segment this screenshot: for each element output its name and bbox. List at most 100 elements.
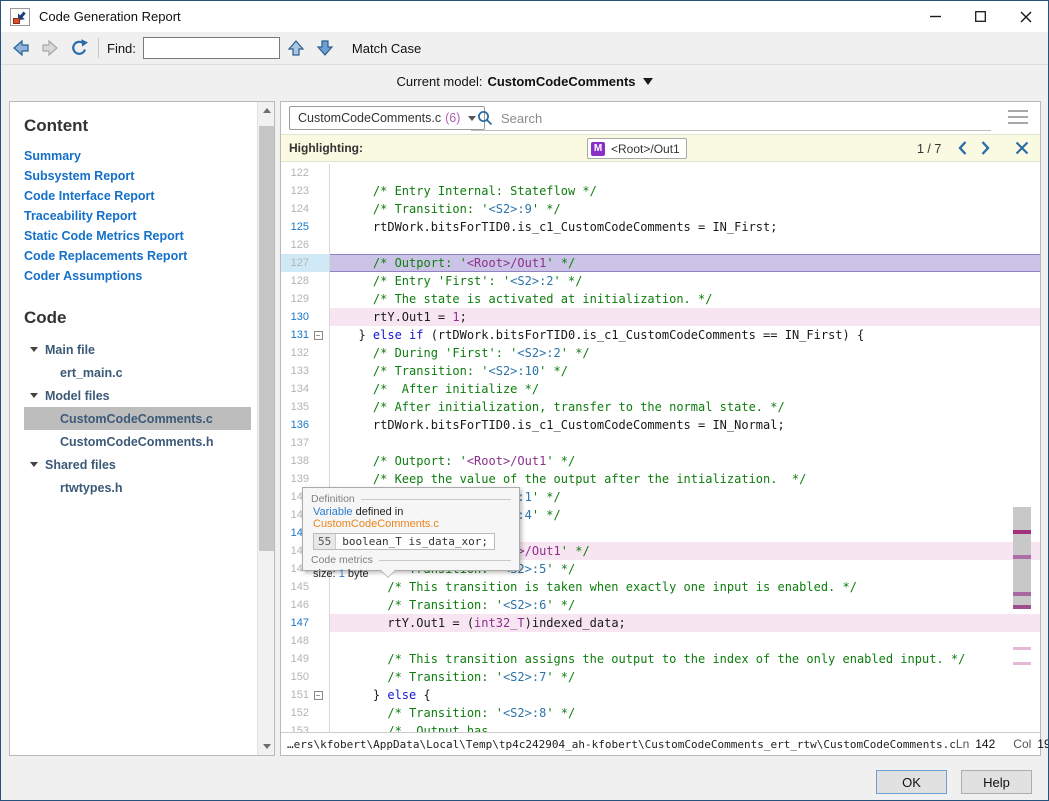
code-token: ' */ bbox=[546, 562, 575, 576]
find-next-button[interactable] bbox=[312, 35, 338, 61]
tree-expand-caret-icon[interactable] bbox=[30, 347, 38, 352]
sidebar-link-subsystem-report[interactable]: Subsystem Report bbox=[24, 166, 257, 186]
line-number[interactable]: 136 bbox=[281, 419, 309, 431]
trace-link[interactable]: <S2>:6 bbox=[503, 598, 546, 612]
tree-item-customcodecomments-h[interactable]: CustomCodeComments.h bbox=[24, 430, 257, 453]
tree-item-customcodecomments-c[interactable]: CustomCodeComments.c bbox=[24, 407, 251, 430]
ok-button[interactable]: OK bbox=[876, 770, 947, 794]
code-line-123: 123 /* Entry Internal: Stateflow */ bbox=[281, 182, 1040, 200]
sidebar-link-traceability-report[interactable]: Traceability Report bbox=[24, 206, 257, 226]
tree-item-rtwtypes-h[interactable]: rtwtypes.h bbox=[24, 476, 257, 499]
code-token: rtY.Out1 = ( bbox=[344, 616, 474, 630]
close-highlighting-button[interactable] bbox=[1014, 140, 1030, 156]
code-line-139: 139 /* Keep the value of the output afte… bbox=[281, 470, 1040, 488]
trace-marker[interactable] bbox=[1013, 592, 1031, 596]
trace-link[interactable]: <S2>:7 bbox=[503, 670, 546, 684]
search-input[interactable]: Search bbox=[471, 106, 991, 131]
line-number: 149 bbox=[281, 653, 309, 665]
sidebar-scrollbar[interactable] bbox=[257, 102, 274, 755]
trace-marker[interactable] bbox=[1013, 555, 1031, 559]
sidebar-link-summary[interactable]: Summary bbox=[24, 146, 257, 166]
current-model-name[interactable]: CustomCodeComments bbox=[487, 74, 635, 89]
tree-item-shared-files[interactable]: Shared files bbox=[24, 453, 257, 476]
trace-marker[interactable] bbox=[1013, 605, 1031, 609]
match-case-toggle[interactable]: Match Case bbox=[352, 41, 421, 56]
scroll-up-arrow-icon[interactable] bbox=[258, 102, 275, 119]
trace-link[interactable]: <S2>:2 bbox=[517, 346, 560, 360]
file-dropdown[interactable]: CustomCodeComments.c (6) bbox=[289, 106, 485, 130]
scroll-down-arrow-icon[interactable] bbox=[258, 738, 275, 755]
refresh-icon bbox=[69, 38, 89, 58]
code-scrollbar[interactable] bbox=[1012, 162, 1032, 732]
back-button[interactable] bbox=[8, 35, 34, 61]
previous-highlight-button[interactable] bbox=[955, 140, 971, 156]
find-previous-button[interactable] bbox=[283, 35, 309, 61]
back-icon bbox=[11, 38, 31, 58]
tree-item-label: Model files bbox=[45, 389, 110, 403]
tree-item-main-file[interactable]: Main file bbox=[24, 338, 257, 361]
tooltip-code-snippet: 55 boolean_T is_data_xor; bbox=[313, 533, 495, 550]
sidebar-link-code-interface-report[interactable]: Code Interface Report bbox=[24, 186, 257, 206]
line-label: Ln bbox=[956, 737, 969, 751]
trace-marker[interactable] bbox=[1013, 530, 1031, 534]
line-number: 129 bbox=[281, 293, 309, 305]
sidebar-scrollbar-thumb[interactable] bbox=[259, 126, 274, 551]
tree-expand-caret-icon[interactable] bbox=[30, 462, 38, 467]
code-token: ' */ bbox=[532, 202, 561, 216]
trace-link[interactable]: <S2>:10 bbox=[489, 364, 540, 378]
model-dropdown-caret-icon[interactable] bbox=[643, 78, 653, 85]
trace-link[interactable]: <Root>/Out1 bbox=[467, 256, 546, 270]
line-number[interactable]: 130 bbox=[281, 311, 309, 323]
code-listing: 122123 /* Entry Internal: Stateflow */12… bbox=[281, 162, 1040, 732]
sidebar-link-code-replacements-report[interactable]: Code Replacements Report bbox=[24, 246, 257, 266]
menu-icon[interactable] bbox=[1008, 110, 1028, 124]
trace-link[interactable]: <S2>:2 bbox=[510, 274, 553, 288]
line-number[interactable]: 125 bbox=[281, 221, 309, 233]
line-number[interactable]: 131 bbox=[281, 329, 309, 341]
trace-marker[interactable] bbox=[1013, 647, 1031, 650]
line-number[interactable]: 147 bbox=[281, 617, 309, 629]
code-heading: Code bbox=[24, 308, 257, 328]
tooltip-variable-link[interactable]: Variable bbox=[313, 506, 353, 518]
tooltip-file-link[interactable]: CustomCodeComments.c bbox=[313, 518, 439, 530]
close-button[interactable] bbox=[1003, 1, 1048, 32]
forward-button[interactable] bbox=[37, 35, 63, 61]
tree-expand-caret-icon[interactable] bbox=[30, 393, 38, 398]
file-dropdown-count: (6) bbox=[445, 111, 460, 125]
code-fold-icon[interactable]: − bbox=[314, 331, 323, 340]
trace-link[interactable]: <S2>:8 bbox=[503, 706, 546, 720]
code-token: ' */ bbox=[532, 508, 561, 522]
code-token: ' */ bbox=[546, 670, 575, 684]
maximize-button[interactable] bbox=[958, 1, 1003, 32]
find-input[interactable] bbox=[143, 37, 280, 59]
tree-item-label: Shared files bbox=[45, 458, 116, 472]
file-path: …ers\kfobert\AppData\Local\Temp\tp4c2429… bbox=[287, 738, 956, 751]
line-number: 148 bbox=[281, 635, 309, 647]
code-token: } bbox=[344, 688, 387, 702]
help-button[interactable]: Help bbox=[961, 770, 1032, 794]
tree-item-ert-main-c[interactable]: ert_main.c bbox=[24, 361, 257, 384]
code-fold-icon[interactable]: − bbox=[314, 691, 323, 700]
sidebar-link-coder-assumptions[interactable]: Coder Assumptions bbox=[24, 266, 257, 286]
trace-link[interactable]: <S2>:9 bbox=[489, 202, 532, 216]
trace-marker[interactable] bbox=[1013, 662, 1031, 665]
minimize-button[interactable] bbox=[913, 1, 958, 32]
current-model-label: Current model: bbox=[396, 74, 482, 89]
sidebar-link-static-code-metrics-report[interactable]: Static Code Metrics Report bbox=[24, 226, 257, 246]
next-highlight-button[interactable] bbox=[977, 140, 993, 156]
search-icon bbox=[477, 110, 493, 126]
highlight-badge[interactable]: M <Root>/Out1 bbox=[587, 138, 687, 159]
refresh-button[interactable] bbox=[66, 35, 92, 61]
code-token: rtY.Out1 = bbox=[344, 310, 452, 324]
trace-link[interactable]: <Root>/Out1 bbox=[467, 454, 546, 468]
dialog-footer: OK Help bbox=[876, 770, 1032, 794]
definition-tooltip: Definition Variable defined in CustomCod… bbox=[302, 487, 520, 571]
code-token: /* Transition: ' bbox=[344, 364, 489, 378]
line-number: 145 bbox=[281, 581, 309, 593]
tree-item-model-files[interactable]: Model files bbox=[24, 384, 257, 407]
search-placeholder: Search bbox=[501, 111, 542, 126]
code-token: ' */ bbox=[532, 490, 561, 504]
code-token: } bbox=[344, 328, 373, 342]
line-number: 126 bbox=[281, 239, 309, 251]
line-number: 128 bbox=[281, 275, 309, 287]
